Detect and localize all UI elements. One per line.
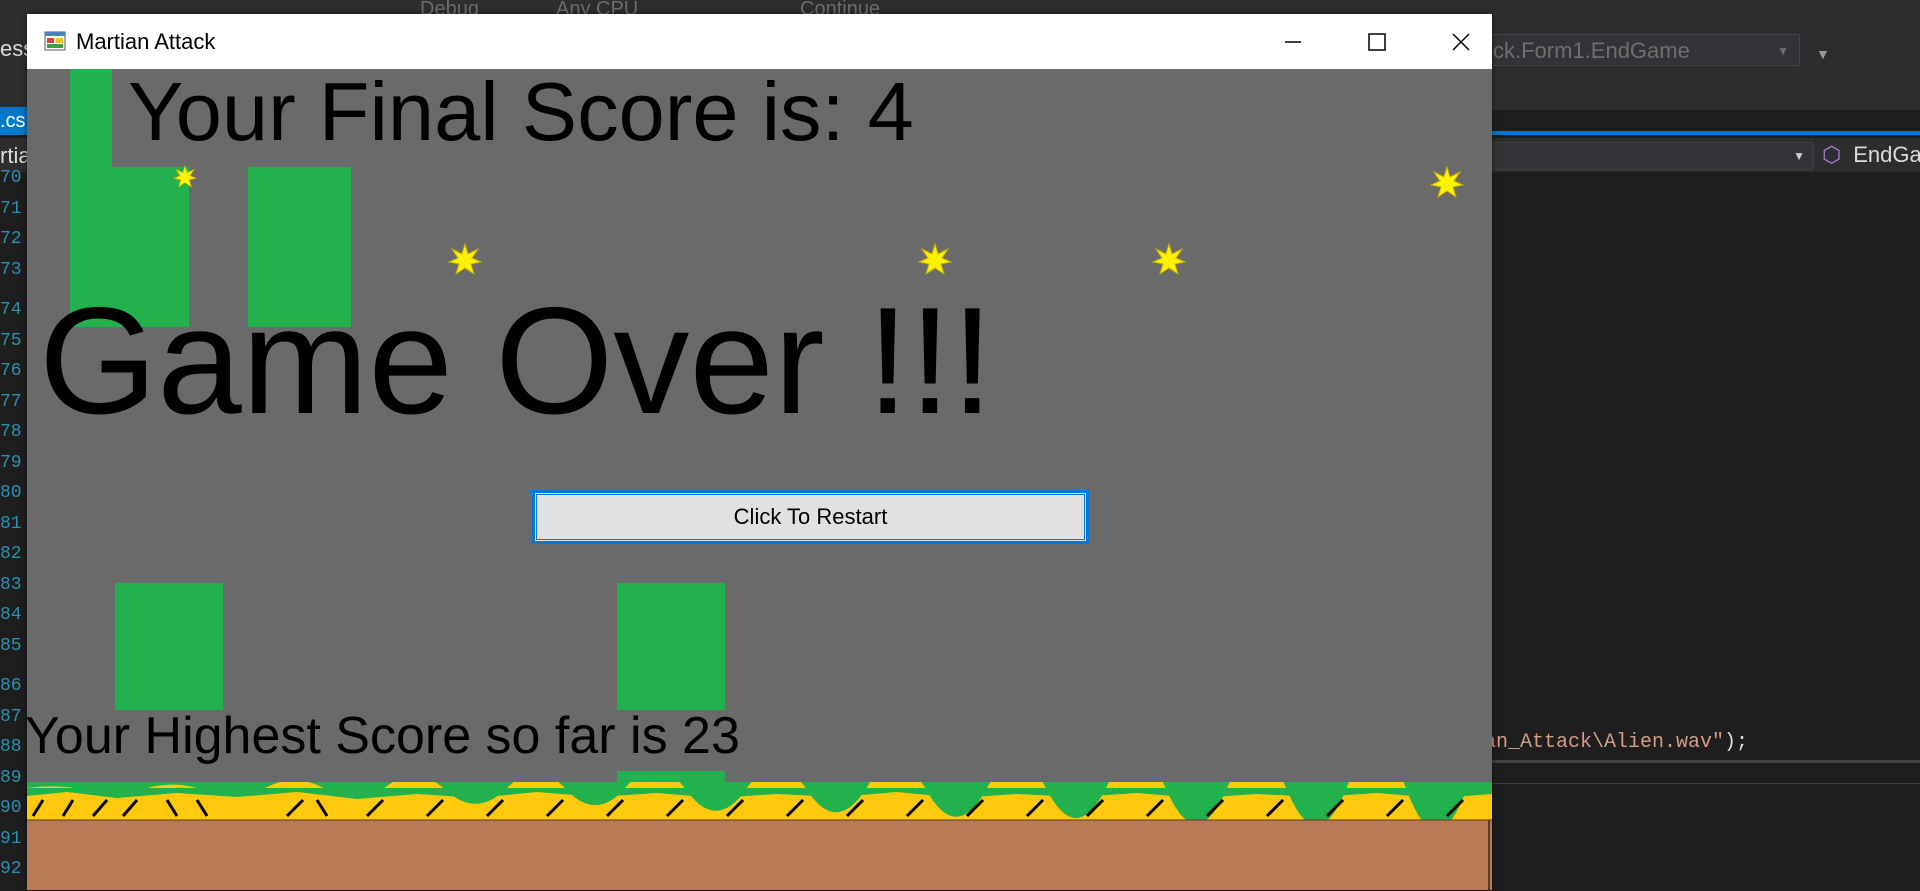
- star-icon: [1430, 166, 1464, 199]
- ide-divider: [1488, 783, 1920, 784]
- ide-file-tab[interactable]: .cs: [0, 107, 27, 135]
- minimize-icon: [1285, 40, 1301, 43]
- star-icon: [448, 243, 482, 276]
- ide-line-number: 80: [0, 483, 22, 503]
- restart-button-focus-ring: [536, 494, 1085, 540]
- ide-line-number: 77: [0, 391, 22, 412]
- close-icon: [1452, 32, 1470, 51]
- ide-type-nav[interactable]: ▼: [1488, 142, 1814, 170]
- ide-overflow-dropdown-icon[interactable]: ▼: [1816, 46, 1830, 62]
- ide-line-number: 78: [0, 422, 22, 442]
- window-title: Martian Attack: [76, 29, 216, 54]
- ide-line-number: 87: [0, 706, 22, 727]
- ide-line-number: 73: [0, 259, 22, 280]
- code-string: an_Attack\Alien.wav": [1484, 731, 1725, 754]
- ide-code-line: an_Attack\Alien.wav");: [1484, 731, 1748, 754]
- ide-line-number: 79: [0, 452, 22, 473]
- ide-line-number: 70: [0, 168, 22, 188]
- game-window: Martian Attack Your Final Score is: 4 Ga…: [27, 14, 1492, 890]
- window-titlebar[interactable]: Martian Attack: [27, 14, 1492, 69]
- ide-config-dropdown[interactable]: Debug: [420, 0, 479, 20]
- restart-button[interactable]: Click To Restart: [532, 490, 1089, 544]
- ide-project-nav[interactable]: rtia: [0, 143, 31, 169]
- ide-scope-combo[interactable]: ck.Form1.EndGame ▼: [1488, 34, 1800, 66]
- final-score-label: Your Final Score is: 4: [128, 65, 914, 158]
- ide-line-number: 85: [0, 635, 22, 656]
- ground: [27, 782, 1492, 890]
- chevron-down-icon: ▼: [1793, 149, 1805, 163]
- game-canvas[interactable]: Your Final Score is: 4 Game Over !!! Cli…: [27, 69, 1492, 890]
- ide-line-number: 86: [0, 676, 22, 696]
- ide-member-nav-text: EndGa: [1853, 142, 1920, 167]
- ide-tab-underline: [1488, 131, 1920, 135]
- game-over-label: Game Over !!!: [39, 276, 994, 446]
- maximize-button[interactable]: [1335, 14, 1419, 69]
- ide-line-number: 89: [0, 767, 22, 788]
- maximize-icon: [1368, 32, 1386, 51]
- close-button[interactable]: [1419, 14, 1492, 69]
- ide-line-number: 82: [0, 544, 22, 564]
- ide-splitter[interactable]: [1488, 760, 1920, 763]
- ide-line-number: 72: [0, 229, 22, 249]
- ide-line-number: 81: [0, 513, 22, 534]
- app-form-icon: [44, 31, 66, 51]
- minimize-button[interactable]: [1251, 14, 1335, 69]
- ide-line-number: 74: [0, 300, 22, 320]
- method-cube-icon: ⬡: [1822, 142, 1842, 167]
- ide-line-number: 71: [0, 198, 22, 219]
- ide-line-number: 92: [0, 859, 22, 879]
- star-icon: [918, 243, 952, 276]
- highest-score-label: Your Highest Score so far is 23: [27, 707, 740, 765]
- ide-line-number: 91: [0, 828, 22, 849]
- ide-line-number: 76: [0, 361, 22, 381]
- ide-toolbar: Debug Any CPU Continue: [0, 0, 1920, 20]
- ide-line-number: 88: [0, 737, 22, 757]
- ide-platform-dropdown[interactable]: Any CPU: [556, 0, 638, 20]
- ide-line-number: 84: [0, 605, 22, 625]
- ide-member-nav[interactable]: ⬡ EndGa: [1822, 142, 1920, 168]
- pillar-bottom-2: [617, 583, 725, 710]
- pillar-top-left: [70, 69, 112, 167]
- ide-line-number: 75: [0, 330, 22, 351]
- ide-line-number: 90: [0, 798, 22, 818]
- chevron-down-icon: ▼: [1777, 44, 1789, 58]
- star-icon: [1152, 243, 1186, 276]
- code-punctuation: );: [1724, 731, 1749, 754]
- star-icon: [173, 165, 197, 188]
- ide-continue-button[interactable]: Continue: [800, 0, 880, 20]
- ide-scope-combo-text: ck.Form1.EndGame: [1493, 38, 1690, 63]
- pillar-bottom-1: [115, 583, 223, 710]
- ide-line-number: 83: [0, 574, 22, 595]
